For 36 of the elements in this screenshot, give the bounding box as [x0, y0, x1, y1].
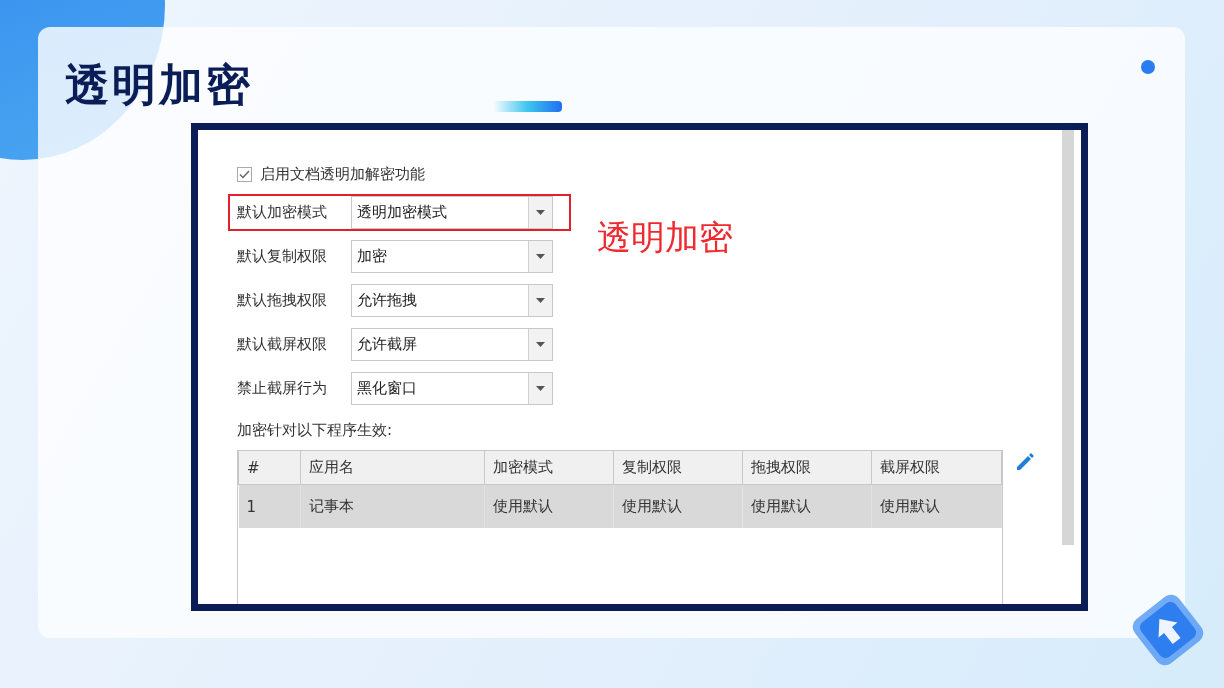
annotation-text: 透明加密: [597, 216, 733, 259]
field-label: 默认加密模式: [237, 203, 328, 222]
caret-icon: [536, 386, 545, 391]
table-cell: 使用默认: [871, 484, 1002, 528]
table-cell: 使用默认: [484, 484, 614, 528]
field-label: 禁止截屏行为: [237, 379, 328, 398]
scrollbar[interactable]: [1062, 130, 1074, 545]
field-label: 默认复制权限: [237, 247, 328, 266]
dropdown[interactable]: 允许拖拽: [351, 284, 553, 317]
column-header[interactable]: #: [238, 450, 301, 485]
column-header[interactable]: 加密模式: [484, 450, 614, 485]
accent-dot: [1141, 60, 1155, 74]
field-label: 默认截屏权限: [237, 335, 328, 354]
checkbox[interactable]: [237, 166, 252, 182]
column-header[interactable]: 复制权限: [613, 450, 743, 485]
table-cell: 使用默认: [613, 484, 743, 528]
pencil-icon[interactable]: [1015, 452, 1035, 472]
column-header[interactable]: 截屏权限: [871, 450, 1002, 485]
dropdown[interactable]: 黑化窗口: [351, 372, 553, 405]
dropdown[interactable]: 透明加密模式: [351, 196, 553, 229]
table-cell: 1: [238, 484, 301, 528]
checkbox-label: 启用文档透明加解密功能: [260, 164, 425, 184]
caret-icon: [536, 254, 545, 259]
caret-icon: [536, 342, 545, 347]
section-label: 加密针对以下程序生效:: [237, 421, 394, 440]
caret-icon: [536, 298, 545, 303]
field-label: 默认拖拽权限: [237, 291, 328, 310]
table-cell: 使用默认: [742, 484, 872, 528]
slide-title: 透明加密: [65, 58, 253, 112]
accent-bar: [493, 101, 562, 112]
table-cell: 记事本: [300, 484, 485, 528]
dropdown[interactable]: 允许截屏: [351, 328, 553, 361]
caret-icon: [536, 210, 545, 215]
dropdown[interactable]: 加密: [351, 240, 553, 273]
column-header[interactable]: 拖拽权限: [742, 450, 872, 485]
column-header[interactable]: 应用名: [300, 450, 485, 485]
